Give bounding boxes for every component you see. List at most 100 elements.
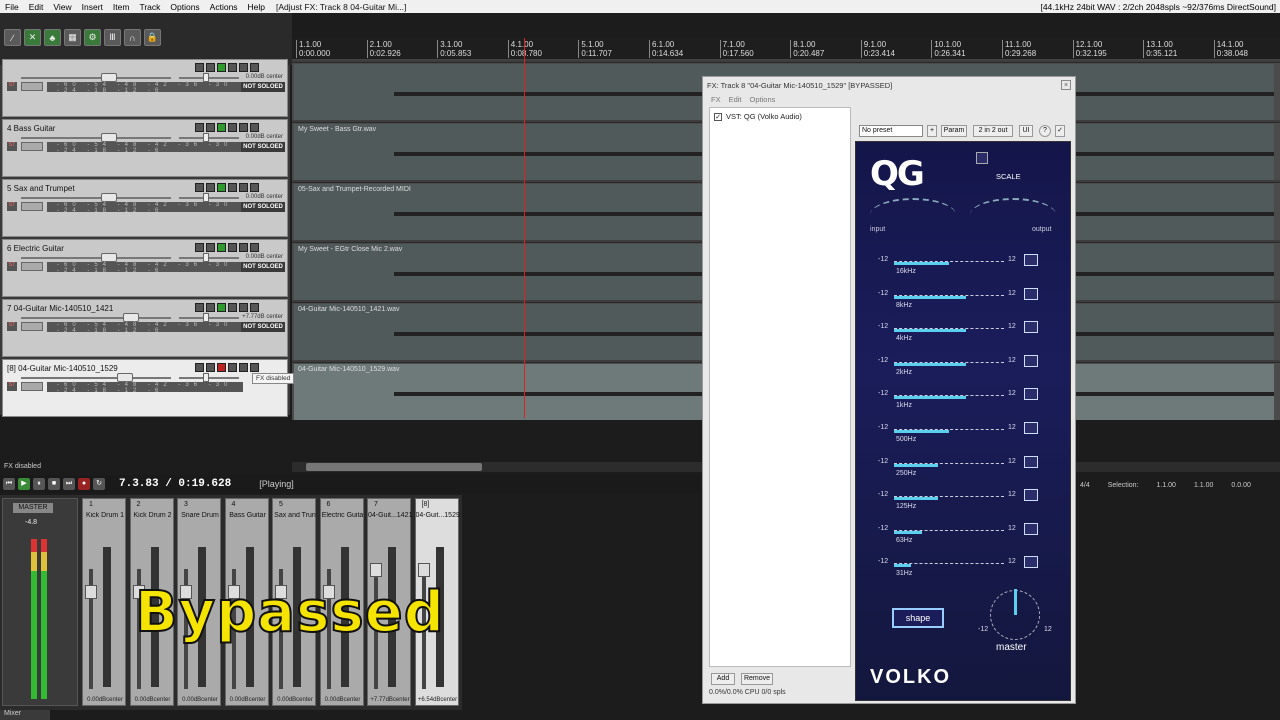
fx-icon[interactable] bbox=[206, 363, 215, 372]
io-icon[interactable] bbox=[195, 123, 204, 132]
pan-slider[interactable] bbox=[179, 257, 239, 259]
pan-knob[interactable] bbox=[203, 133, 209, 142]
envelope-tool-icon[interactable]: ∕ bbox=[4, 29, 21, 46]
pan-slider[interactable] bbox=[179, 77, 239, 79]
volume-knob[interactable] bbox=[101, 193, 117, 202]
add-fx-button[interactable]: Add bbox=[711, 673, 735, 685]
ripple-icon[interactable]: ♣ bbox=[44, 29, 61, 46]
menu-item-file[interactable]: File bbox=[0, 2, 24, 12]
env-icon[interactable] bbox=[250, 303, 259, 312]
io-icon[interactable] bbox=[195, 183, 204, 192]
record-arm-icon[interactable]: ST bbox=[7, 382, 17, 391]
mute-icon[interactable] bbox=[228, 183, 237, 192]
menu-item-insert[interactable]: Insert bbox=[77, 2, 108, 12]
env-icon[interactable] bbox=[250, 243, 259, 252]
band-toggle-icon[interactable] bbox=[1024, 321, 1038, 334]
band-toggle-icon[interactable] bbox=[1024, 388, 1038, 401]
band-slider[interactable] bbox=[894, 286, 1004, 296]
band-slider[interactable] bbox=[894, 454, 1004, 464]
pan-slider[interactable] bbox=[179, 377, 239, 379]
preset-select[interactable]: No preset bbox=[859, 125, 923, 137]
io-button[interactable] bbox=[21, 382, 43, 391]
record-arm-icon[interactable]: ST bbox=[7, 202, 17, 211]
autoxfade-icon[interactable]: ⚙ bbox=[84, 29, 101, 46]
help-icon[interactable]: ? bbox=[1039, 125, 1051, 137]
fx-icon[interactable] bbox=[206, 303, 215, 312]
selection-length[interactable]: 0.0.00 bbox=[1231, 482, 1250, 489]
shape-button[interactable]: shape bbox=[892, 608, 944, 628]
fx-menu-edit[interactable]: Edit bbox=[729, 95, 742, 104]
fx-icon[interactable] bbox=[206, 183, 215, 192]
volume-slider[interactable] bbox=[21, 77, 171, 79]
fx-enable-checkbox[interactable]: ✓ bbox=[714, 112, 722, 121]
track-row[interactable]: 5 Sax and Trumpet 0.00dB center ST -60 -54 … bbox=[2, 179, 288, 237]
pan-knob[interactable] bbox=[203, 73, 209, 82]
rec-icon[interactable] bbox=[217, 63, 226, 72]
go-start-icon[interactable]: ⏮ bbox=[3, 478, 15, 490]
env-icon[interactable] bbox=[250, 63, 259, 72]
record-arm-icon[interactable]: ST bbox=[7, 262, 17, 271]
menu-item-item[interactable]: Item bbox=[108, 2, 135, 12]
band-toggle-icon[interactable] bbox=[1024, 556, 1038, 569]
band-toggle-icon[interactable] bbox=[1024, 254, 1038, 266]
io-icon[interactable] bbox=[195, 303, 204, 312]
remove-fx-button[interactable]: Remove bbox=[741, 673, 773, 685]
volume-knob[interactable] bbox=[123, 313, 139, 322]
menu-item-track[interactable]: Track bbox=[134, 2, 165, 12]
fx-icon[interactable] bbox=[206, 123, 215, 132]
env-icon[interactable] bbox=[250, 363, 259, 372]
solo-icon[interactable] bbox=[239, 123, 248, 132]
lock-icon[interactable]: 🔒 bbox=[144, 29, 161, 46]
solo-icon[interactable] bbox=[239, 243, 248, 252]
track-row[interactable]: 7 04-Guitar Mic-140510_1421 +7.77dB cente… bbox=[2, 299, 288, 357]
band-toggle-icon[interactable] bbox=[1024, 287, 1038, 300]
mixer-tab[interactable]: Mixer bbox=[0, 710, 50, 720]
volume-knob[interactable] bbox=[101, 253, 117, 262]
time-signature[interactable]: 4/4 bbox=[1080, 482, 1090, 489]
volume-knob[interactable] bbox=[117, 373, 133, 382]
volume-knob[interactable] bbox=[101, 133, 117, 142]
selection-start[interactable]: 1.1.00 bbox=[1156, 482, 1175, 489]
selection-end[interactable]: 1.1.00 bbox=[1194, 482, 1213, 489]
pan-knob[interactable] bbox=[203, 253, 209, 262]
param-button[interactable]: Param bbox=[941, 125, 967, 137]
band-slider[interactable] bbox=[894, 420, 1004, 430]
band-toggle-icon[interactable] bbox=[1024, 489, 1038, 502]
fx-menu-options[interactable]: Options bbox=[750, 95, 776, 104]
io-button[interactable]: 2 in 2 out bbox=[973, 125, 1013, 137]
add-preset-button[interactable]: + bbox=[927, 125, 937, 137]
record-arm-icon[interactable]: ST bbox=[7, 322, 17, 331]
io-button[interactable] bbox=[21, 82, 43, 91]
track-row[interactable]: 6 Electric Guitar 0.00dB center ST -60 -54 … bbox=[2, 239, 288, 297]
menu-item-actions[interactable]: Actions bbox=[205, 2, 243, 12]
band-slider[interactable] bbox=[894, 554, 1004, 565]
menu-item-edit[interactable]: Edit bbox=[24, 2, 49, 12]
mute-icon[interactable] bbox=[228, 63, 237, 72]
scrollbar-thumb[interactable] bbox=[306, 463, 482, 471]
solo-icon[interactable] bbox=[239, 303, 248, 312]
track-row[interactable]: 0.00dB center ST -60 -54 -48 -42 -36 -30 -… bbox=[2, 59, 288, 117]
fx-entry[interactable]: ✓ VST: QG (Volko Audio) bbox=[714, 112, 802, 121]
io-icon[interactable] bbox=[195, 243, 204, 252]
menu-item-options[interactable]: Options bbox=[165, 2, 204, 12]
pan-slider[interactable] bbox=[179, 317, 239, 319]
rec-icon[interactable] bbox=[217, 303, 226, 312]
rec-icon[interactable] bbox=[217, 183, 226, 192]
fader-knob[interactable] bbox=[85, 585, 97, 599]
band-toggle-icon[interactable] bbox=[1024, 422, 1038, 434]
timeline-ruler[interactable]: 1.1.00 0:00.000 2.1.00 0:02.926 3.1.00 0:05.8… bbox=[292, 38, 1280, 60]
rec-icon[interactable] bbox=[217, 363, 226, 372]
fx-menu-fx[interactable]: FX bbox=[711, 95, 721, 104]
track-row[interactable]: [8] 04-Guitar Mic-140510_1529 ST -60 -54 -… bbox=[2, 359, 288, 417]
track-row[interactable]: 4 Bass Guitar 0.00dB center ST -60 -54 -48 … bbox=[2, 119, 288, 177]
band-toggle-icon[interactable] bbox=[1024, 522, 1038, 535]
fx-chain-list[interactable]: ✓ VST: QG (Volko Audio) bbox=[709, 107, 851, 667]
ui-button[interactable]: UI bbox=[1019, 125, 1033, 137]
band-toggle-icon[interactable] bbox=[1024, 354, 1038, 367]
solo-icon[interactable] bbox=[239, 363, 248, 372]
bypass-checkbox[interactable]: ✓ bbox=[1055, 125, 1065, 137]
mute-icon[interactable] bbox=[228, 363, 237, 372]
fader-knob[interactable] bbox=[370, 563, 382, 577]
io-button[interactable] bbox=[21, 262, 43, 271]
band-slider[interactable] bbox=[894, 319, 1004, 330]
